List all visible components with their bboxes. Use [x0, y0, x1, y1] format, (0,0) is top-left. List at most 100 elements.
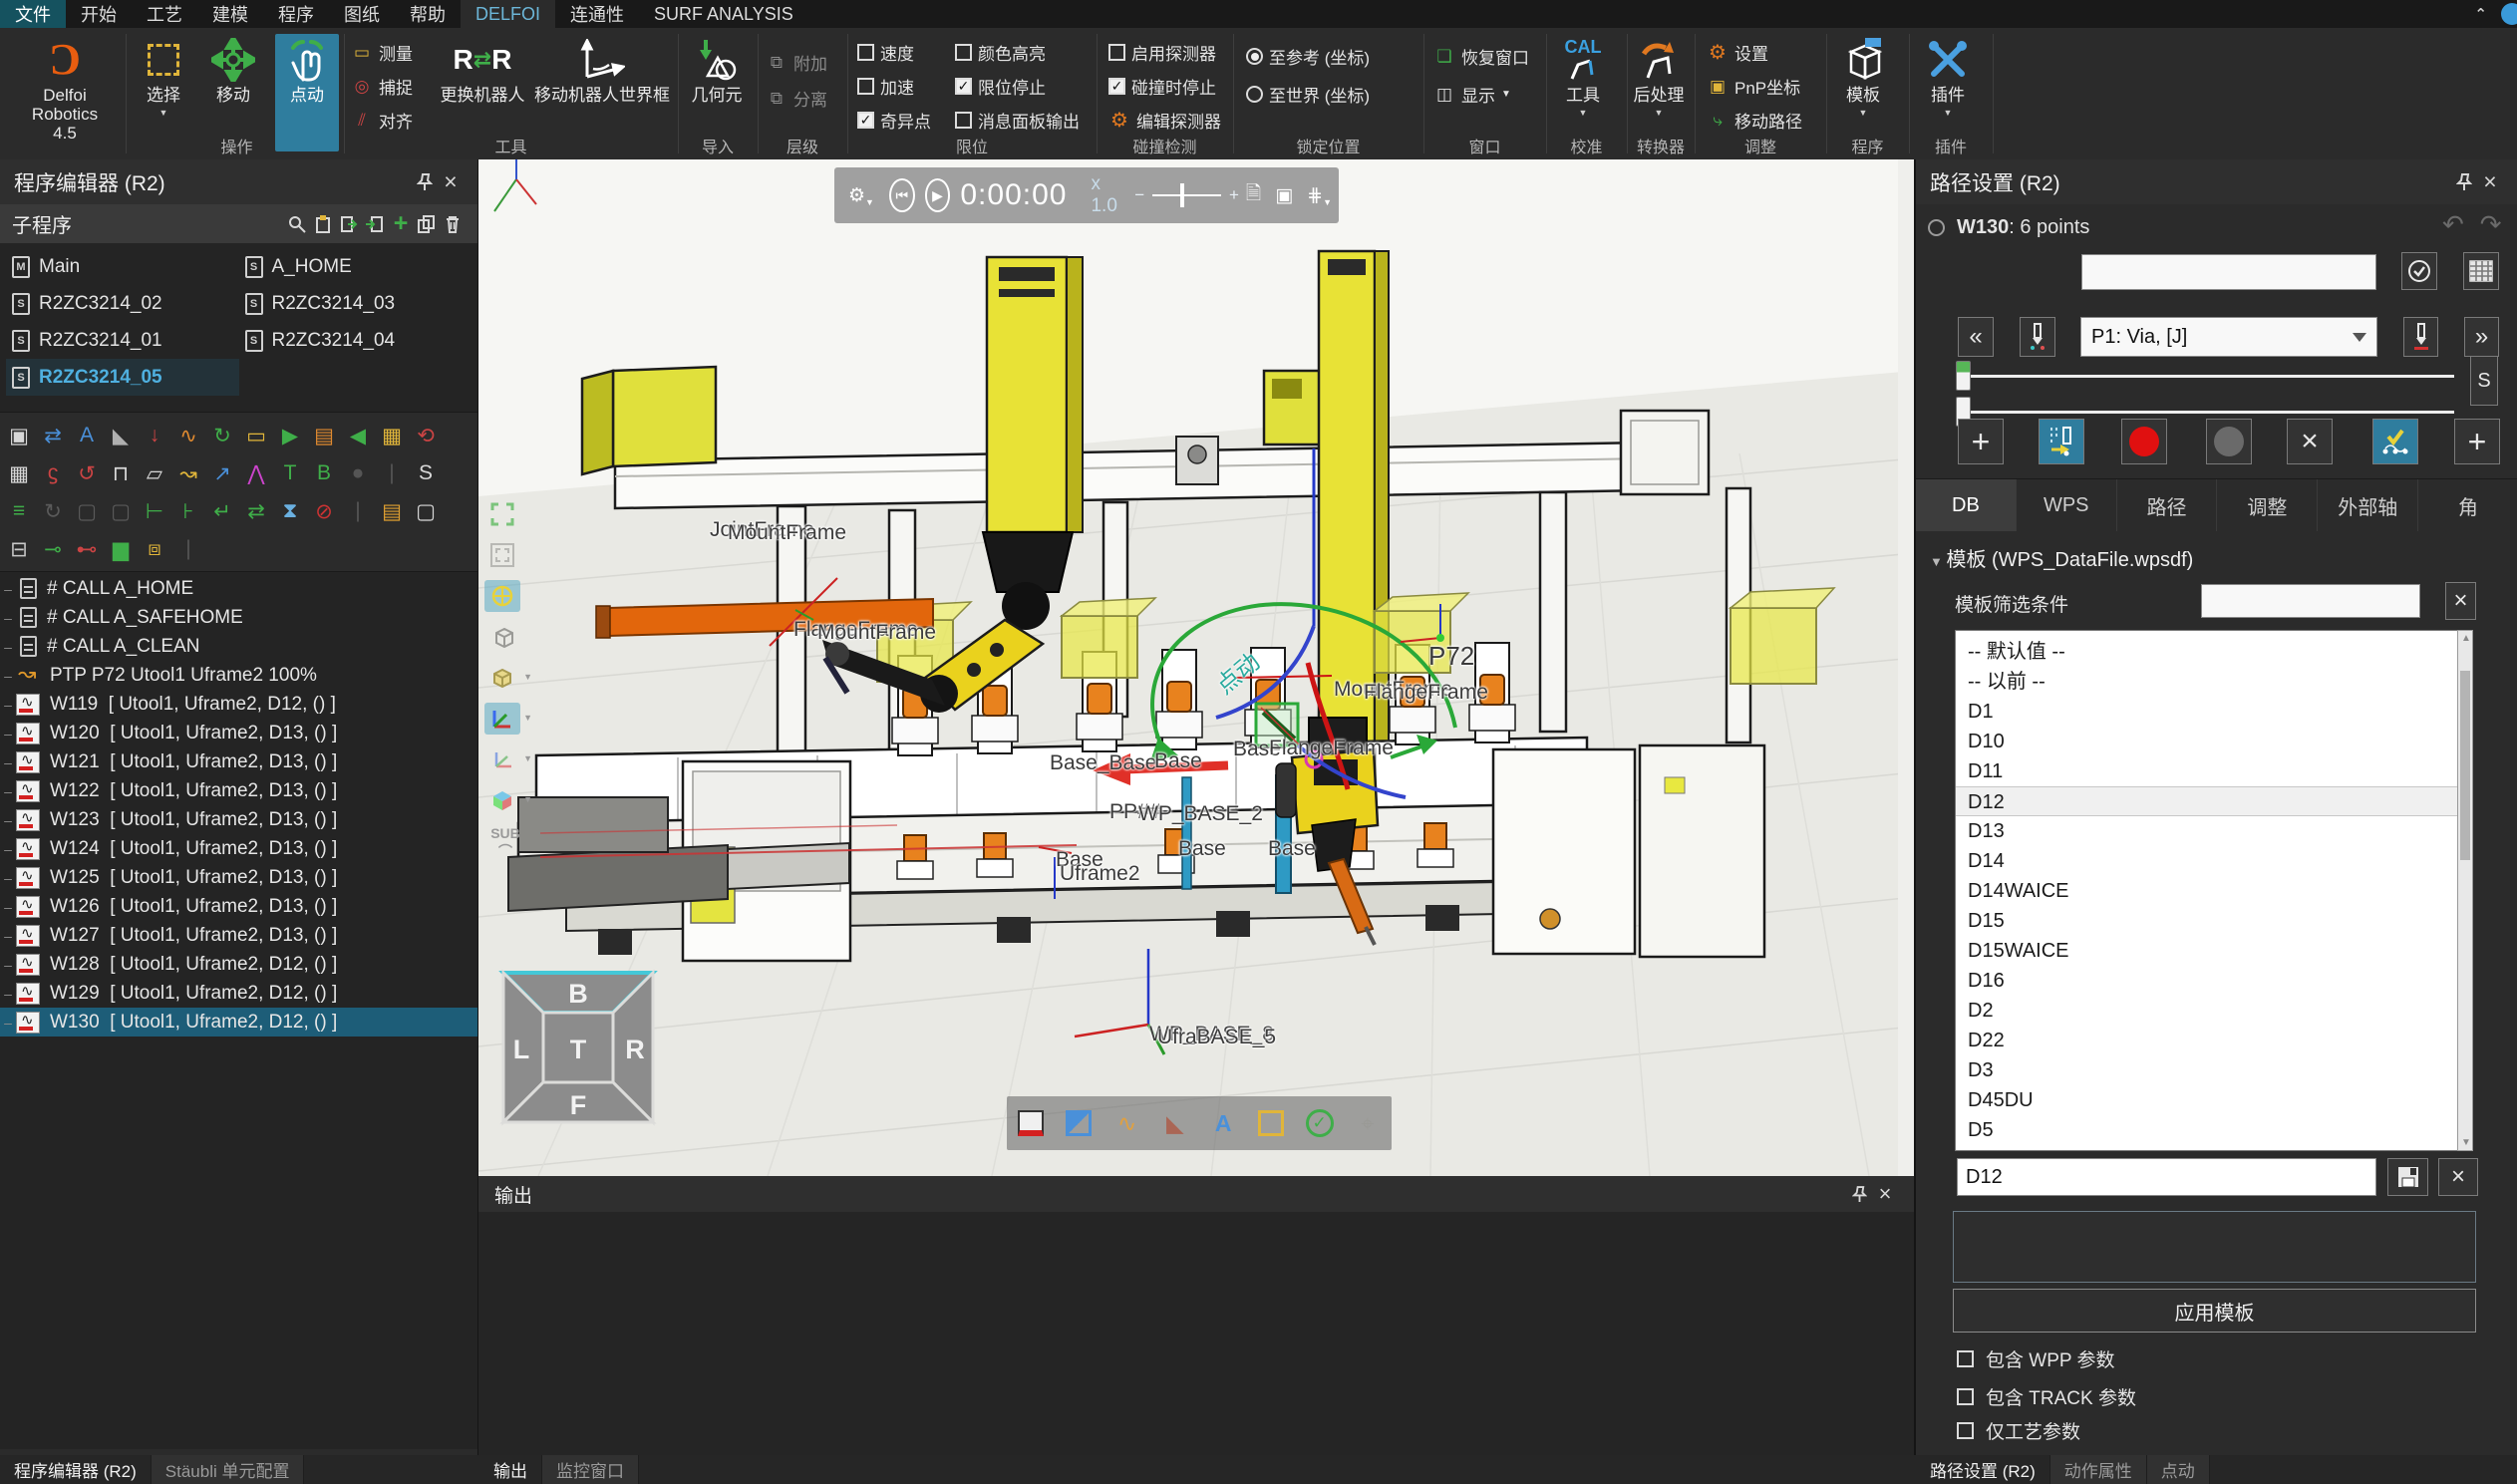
paste-icon[interactable]	[310, 211, 336, 237]
move-button[interactable]: 移动	[207, 34, 259, 106]
toolbar-icon[interactable]: |	[375, 461, 409, 485]
statement-row[interactable]: – W127 [ Utool1, Uframe2, D13, () ]	[0, 921, 477, 950]
restore-window-button[interactable]: ❏恢复窗口	[1433, 44, 1529, 69]
plugin-button[interactable]: 插件▼	[1919, 34, 1977, 118]
pin-icon[interactable]	[1846, 1181, 1872, 1207]
menu-item[interactable]: 开始	[66, 0, 132, 28]
subprogram-item[interactable]: S R2ZC3214_03	[239, 285, 472, 322]
weld-select-icon[interactable]	[1014, 1106, 1048, 1140]
message-output-checkbox[interactable]: 消息面板输出	[955, 108, 1080, 133]
template-item[interactable]: D22	[1956, 1026, 2472, 1055]
template-item[interactable]: -- 默认值 --	[1956, 637, 2472, 667]
add-point-before-button[interactable]: +	[1958, 419, 2004, 464]
toolbar-icon[interactable]: ▆	[104, 537, 138, 562]
annotation-icon[interactable]: A	[1206, 1106, 1240, 1140]
display-button[interactable]: ◫显示▼	[1433, 82, 1511, 107]
swap-robot-button[interactable]: R⇄R 更换机器人	[437, 34, 528, 106]
template-item[interactable]: D15	[1956, 906, 2472, 936]
toolbar-icon[interactable]: |	[341, 499, 375, 523]
statement-row[interactable]: – W125 [ Utool1, Uframe2, D13, () ]	[0, 863, 477, 892]
statement-row[interactable]: – W124 [ Utool1, Uframe2, D13, () ]	[0, 834, 477, 863]
close-icon[interactable]: ×	[1872, 1181, 1898, 1207]
speed-slider-handle[interactable]	[1180, 183, 1184, 207]
template-item[interactable]: D11	[1956, 756, 2472, 786]
add-point-after-button[interactable]: +	[2454, 419, 2500, 464]
statement-row[interactable]: – # CALL A_SAFEHOME	[0, 603, 477, 632]
path-radio[interactable]	[1928, 219, 1945, 236]
subprogram-item[interactable]: S A_HOME	[239, 248, 472, 285]
delete-point-button[interactable]: ×	[2287, 419, 2333, 464]
to-world-radio[interactable]: 至世界 (坐标)	[1246, 82, 1370, 107]
toolbar-icon[interactable]: ⇄	[36, 424, 70, 448]
snap-button[interactable]: ◎捕捉	[351, 74, 413, 99]
statement-row[interactable]: – W121 [ Utool1, Uframe2, D13, () ]	[0, 747, 477, 776]
video-record-icon[interactable]: ▣	[1275, 184, 1293, 207]
toolbar-icon[interactable]: ⊷	[70, 537, 104, 562]
settings-tab[interactable]: 角	[2418, 479, 2517, 531]
check-status-icon[interactable]: ✓	[1303, 1106, 1337, 1140]
toolbar-icon[interactable]: A	[70, 424, 104, 447]
include-wpp-checkbox[interactable]: 包含 WPP 参数	[1957, 1345, 2115, 1372]
toolbar-icon[interactable]: ▢	[104, 499, 138, 524]
move-robot-world-frame-button[interactable]: 移动机器人世界框	[532, 34, 672, 106]
statement-row[interactable]: – # CALL A_HOME	[0, 574, 477, 603]
template-section-header[interactable]: ▼ 模板 (WPS_DataFile.wpsdf)	[1930, 543, 2193, 572]
process-only-checkbox[interactable]: 仅工艺参数	[1957, 1417, 2080, 1444]
subprogram-item[interactable]: S R2ZC3214_04	[239, 322, 472, 359]
template-item[interactable]: D10	[1956, 727, 2472, 756]
settings-button[interactable]: ⚙设置	[1707, 40, 1768, 65]
menu-item[interactable]: 连通性	[555, 0, 639, 28]
singularity-checkbox[interactable]: ✓奇异点	[857, 108, 931, 133]
bottom-tab[interactable]: 监控窗口	[542, 1455, 639, 1484]
statement-row[interactable]: – W128 [ Utool1, Uframe2, D12, () ]	[0, 950, 477, 979]
toolbar-icon[interactable]: ↝	[171, 461, 205, 486]
toolbar-icon[interactable]: ⋀	[239, 461, 273, 486]
point-name-field[interactable]	[2081, 254, 2376, 290]
apply-template-button[interactable]: 应用模板	[1953, 1289, 2476, 1333]
statement-row[interactable]: – # CALL A_CLEAN	[0, 632, 477, 661]
detach-button[interactable]: ⧉分离	[766, 86, 827, 111]
next-point-button[interactable]: »	[2464, 317, 2499, 357]
statement-row[interactable]: – W123 [ Utool1, Uframe2, D13, () ]	[0, 805, 477, 834]
settings-tab[interactable]: DB	[1916, 479, 2017, 531]
delete-template-button[interactable]: ×	[2438, 1158, 2478, 1196]
rewind-button[interactable]: ⏮	[889, 178, 915, 212]
color-highlight-checkbox[interactable]: 颜色高亮	[955, 40, 1046, 65]
statement-row[interactable]: – PTP P72 Utool1 Uframe2 100%	[0, 661, 477, 690]
menu-item[interactable]: 程序	[263, 0, 329, 28]
move-to-point-button[interactable]	[2039, 419, 2084, 464]
template-button[interactable]: 模板▼	[1834, 34, 1892, 118]
redo-icon[interactable]: ↷	[2480, 209, 2502, 240]
path-points-icon[interactable]: ∿	[1110, 1106, 1144, 1140]
set-point-button[interactable]	[2403, 317, 2438, 357]
toolbar-icon[interactable]: ↵	[205, 499, 239, 524]
postprocess-button[interactable]: 后处理▼	[1627, 34, 1691, 118]
toolbar-icon[interactable]: |	[171, 537, 205, 561]
toolbar-icon[interactable]: ↻	[205, 424, 239, 448]
measure-button[interactable]: ▭测量	[351, 40, 413, 65]
delete-icon[interactable]	[440, 211, 466, 237]
toolbar-icon[interactable]: S	[409, 461, 443, 485]
film-icon[interactable]: ⋕▼	[1307, 184, 1332, 207]
menu-item[interactable]: 建模	[197, 0, 263, 28]
settings-tab[interactable]: WPS	[2017, 479, 2117, 531]
clear-filter-button[interactable]: ×	[2445, 582, 2476, 620]
settings-tab[interactable]: 外部轴	[2318, 479, 2418, 531]
menu-item[interactable]: 文件	[0, 0, 66, 28]
template-name-input[interactable]	[1957, 1158, 2376, 1196]
path-slider-1[interactable]	[1956, 375, 2454, 378]
toolbar-icon[interactable]: ≡	[2, 499, 36, 523]
copy-icon[interactable]	[414, 211, 440, 237]
selection-frame-icon[interactable]	[1254, 1106, 1288, 1140]
template-item[interactable]: D15WAICE	[1956, 936, 2472, 966]
bottom-tab[interactable]: Stäubli 单元配置	[152, 1455, 305, 1484]
record-disabled-button[interactable]	[2206, 419, 2252, 464]
bottom-tab[interactable]: 程序编辑器 (R2)	[0, 1455, 152, 1484]
menu-item[interactable]: 图纸	[329, 0, 395, 28]
toolbar-icon[interactable]: ▤	[307, 424, 341, 448]
toolbar-icon[interactable]: ⧗	[273, 499, 307, 523]
fit-selection-icon[interactable]	[484, 539, 520, 571]
statement-row[interactable]: – W126 [ Utool1, Uframe2, D13, () ]	[0, 892, 477, 921]
undo-icon[interactable]: ↶	[2442, 209, 2464, 240]
toolbar-icon[interactable]: ↓	[138, 424, 171, 447]
